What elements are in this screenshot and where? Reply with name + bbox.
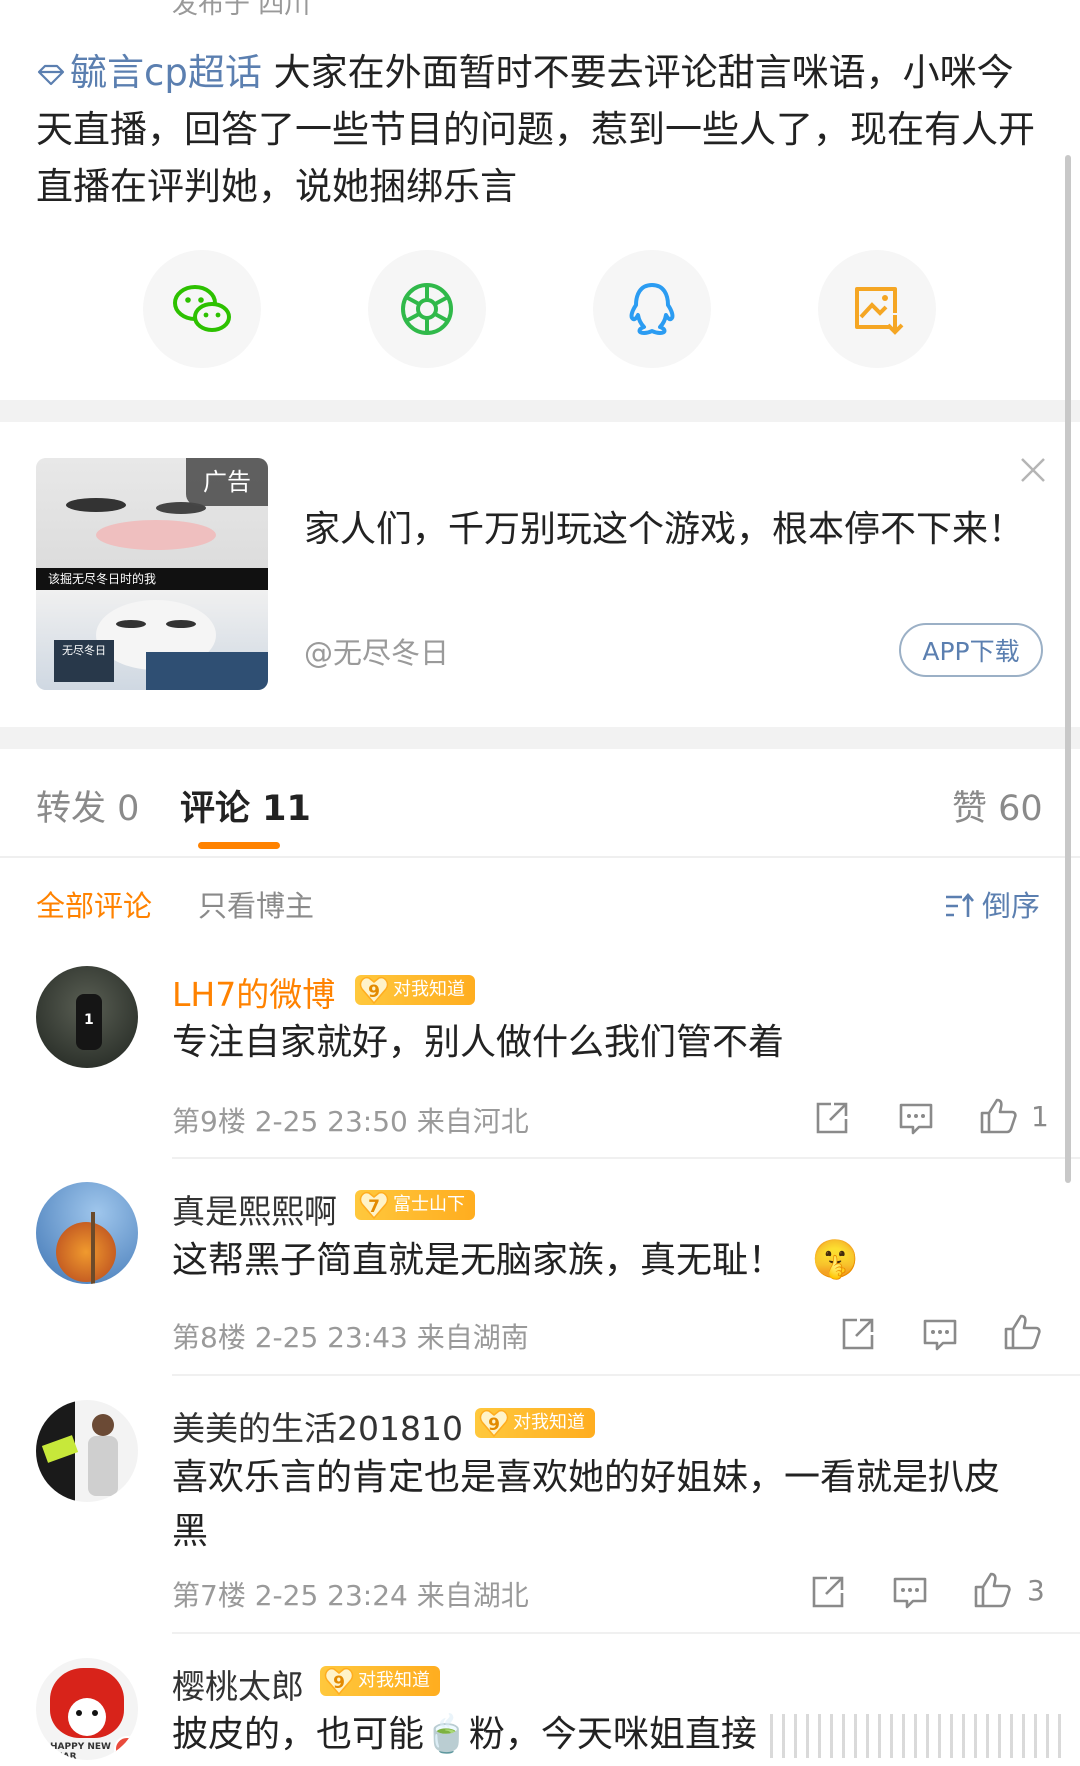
ad-source[interactable]: @无尽冬日: [304, 630, 449, 672]
badge-text: 对我知道: [393, 979, 465, 1000]
comment-floor: 第7楼: [172, 1579, 246, 1612]
section-divider: [0, 727, 1080, 749]
comment-text: 这帮黑子简直就是无脑家族，真无耻！ 🤫: [172, 1232, 1032, 1288]
like-icon[interactable]: [1002, 1312, 1042, 1352]
sort-icon: [946, 892, 974, 917]
like-count: 3: [1027, 1574, 1045, 1607]
comment-username[interactable]: LH7的微博: [172, 968, 335, 1016]
comment-time: 2-25 23:50: [254, 1105, 408, 1138]
ad-title[interactable]: 家人们，千万别玩这个游戏，根本停不下来！: [304, 500, 1024, 552]
like-icon[interactable]: [978, 1096, 1018, 1136]
comment-meta: 第7楼 2-25 23:24 来自湖北: [172, 1574, 529, 1614]
comment-location: 来自河北: [416, 1105, 529, 1138]
share-moments-button[interactable]: [368, 250, 486, 368]
badge-level: 7: [368, 1197, 380, 1217]
qq-icon: [629, 283, 675, 335]
wechat-icon: [173, 285, 231, 332]
comment-divider: [172, 1374, 1080, 1376]
avatar[interactable]: [36, 1182, 138, 1284]
badge-heart-icon: 7: [359, 1188, 389, 1220]
comment-text: 喜欢乐言的肯定也是喜欢她的好姐妹，一看就是扒皮黑: [172, 1457, 1001, 1552]
moments-icon: [401, 283, 453, 335]
comment-time: 2-25 23:43: [254, 1321, 408, 1354]
super-topic-name[interactable]: 毓言cp超话: [70, 51, 262, 94]
avatar[interactable]: 1: [36, 966, 138, 1068]
comment-username[interactable]: 真是熙熙啊: [172, 1185, 337, 1233]
share-qq-button[interactable]: [593, 250, 711, 368]
watermark-overlay: [770, 1714, 1070, 1758]
badge-level: 9: [488, 1415, 500, 1435]
comment-text: 专注自家就好，别人做什么我们管不着: [172, 1022, 785, 1063]
reply-icon[interactable]: [898, 1102, 934, 1136]
active-tab-indicator: [198, 842, 280, 849]
comment-meta: 第9楼 2-25 23:50 来自河北: [172, 1100, 529, 1140]
comment-floor: 第8楼: [172, 1321, 246, 1354]
share-wechat-button[interactable]: [143, 250, 261, 368]
comment-time: 2-25 23:24: [254, 1579, 408, 1612]
badge-text: 对我知道: [358, 1670, 430, 1691]
comment-text: 披皮的，也可能🍵粉，今天咪姐直接: [172, 1714, 757, 1755]
ad-meme-bottom: 无尽冬日: [36, 590, 268, 690]
badge-text: 对我知道: [513, 1412, 585, 1433]
verified-badge-icon: [114, 1736, 138, 1760]
reply-icon[interactable]: [922, 1318, 958, 1352]
badge-heart-icon: 9: [359, 973, 389, 1005]
reply-icon[interactable]: [892, 1576, 928, 1610]
super-topic-link[interactable]: 毓言cp超话: [36, 51, 262, 94]
badge-level: 9: [368, 982, 380, 1002]
save-image-button[interactable]: [818, 250, 936, 368]
badge-level: 9: [333, 1673, 345, 1693]
comment-body: 这帮黑子简直就是无脑家族，真无耻！: [172, 1240, 785, 1281]
fan-badge[interactable]: 9 对我知道: [355, 975, 475, 1005]
badge-heart-icon: 9: [479, 1406, 509, 1438]
like-count: 1: [1031, 1100, 1049, 1133]
username-text[interactable]: 美美的生活201810: [172, 1409, 463, 1448]
comment-username[interactable]: 樱桃太郎: [172, 1660, 304, 1708]
tabs-divider: [0, 856, 1080, 858]
ad-tag: 广告: [186, 458, 268, 506]
tab-comments[interactable]: 评论 11: [180, 780, 311, 831]
filter-all-comments[interactable]: 全部评论: [36, 883, 152, 925]
avatar[interactable]: HAPPY NEW YEAR: [36, 1658, 138, 1760]
like-icon[interactable]: [972, 1570, 1012, 1610]
diamond-icon: [37, 64, 65, 85]
shush-emoji: 🤫: [811, 1237, 859, 1281]
post-location: 发布于 四川: [172, 0, 311, 20]
avatar[interactable]: [36, 1400, 138, 1502]
username-text[interactable]: LH7的微博: [172, 975, 335, 1014]
fan-badge[interactable]: 7 富士山下: [355, 1190, 475, 1220]
badge-text: 富士山下: [393, 1194, 465, 1215]
save-image-icon: [855, 287, 904, 335]
comment-username[interactable]: 美美的生活201810: [172, 1402, 463, 1450]
repost-icon[interactable]: [814, 1100, 850, 1136]
comment-floor: 第9楼: [172, 1105, 246, 1138]
sort-label: 倒序: [982, 889, 1041, 923]
tab-likes[interactable]: 赞 60: [952, 780, 1043, 831]
comment-location: 来自湖南: [416, 1321, 529, 1354]
comment-divider: [172, 1157, 1080, 1159]
comment-location: 来自湖北: [416, 1579, 529, 1612]
ad-game-thumb: 无尽冬日: [54, 640, 114, 682]
ad-image[interactable]: 该掘无尽冬日时的我 无尽冬日 广告: [36, 458, 268, 690]
repost-icon[interactable]: [840, 1316, 876, 1352]
ad-caption: 该掘无尽冬日时的我: [36, 568, 268, 590]
sort-button[interactable]: 倒序: [944, 883, 1040, 925]
comment-divider: [172, 1632, 1080, 1634]
username-text[interactable]: 樱桃太郎: [172, 1667, 304, 1706]
comment-meta: 第8楼 2-25 23:43 来自湖南: [172, 1316, 529, 1356]
scrollbar[interactable]: [1065, 155, 1071, 1183]
fan-badge[interactable]: 9 对我知道: [320, 1666, 440, 1696]
post-text: 毓言cp超话 大家在外面暂时不要去评论甜言咪语，小咪今天直播，回答了一些节目的问…: [36, 44, 1046, 215]
close-icon[interactable]: [1018, 455, 1048, 485]
app-download-button[interactable]: APP下载: [899, 623, 1043, 677]
repost-icon[interactable]: [810, 1574, 846, 1610]
username-text[interactable]: 真是熙熙啊: [172, 1192, 337, 1231]
badge-heart-icon: 9: [324, 1664, 354, 1696]
section-divider: [0, 400, 1080, 422]
tab-reposts[interactable]: 转发 0: [36, 780, 139, 831]
filter-owner-only[interactable]: 只看博主: [198, 883, 314, 925]
fan-badge[interactable]: 9 对我知道: [475, 1408, 595, 1438]
